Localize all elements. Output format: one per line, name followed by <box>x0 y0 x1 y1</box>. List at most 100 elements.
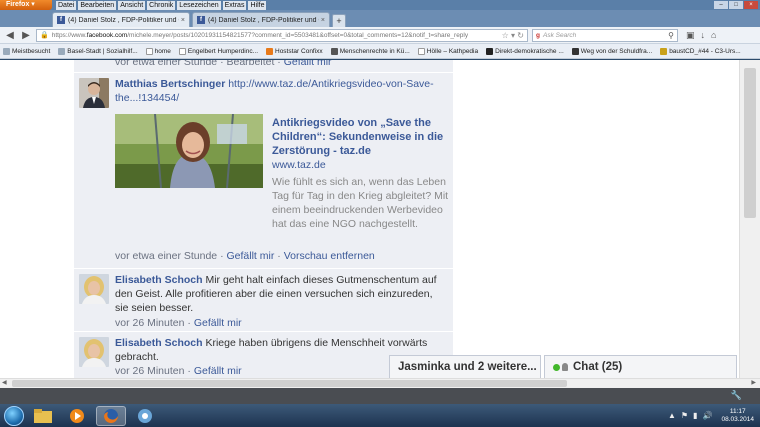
start-button-icon[interactable] <box>4 405 24 426</box>
link-preview-domain[interactable]: www.taz.de <box>272 159 326 171</box>
comment-author[interactable]: Matthias Bertschinger <box>115 78 225 90</box>
addon-icon[interactable]: ▣ <box>686 30 695 41</box>
remove-preview-link[interactable]: Vorschau entfernen <box>284 250 375 262</box>
scroll-left-icon[interactable]: ◀ <box>2 379 7 386</box>
comment-meta: vor etwa einer Stunde · Bearbeitet · Gef… <box>115 60 332 68</box>
bookmark-item[interactable]: Direkt-demokratische ... <box>486 47 564 55</box>
wrench-icon[interactable]: 🔧 <box>731 390 742 401</box>
chat-sidebar-tab[interactable]: Chat (25) <box>544 355 737 378</box>
bookmark-item[interactable]: Hölle – Kathpedia <box>417 47 478 55</box>
bookmark-item[interactable]: Hoststar Confixx <box>266 47 323 55</box>
bookmark-item[interactable]: baustCD_#44 - C3-Urs... <box>660 47 741 55</box>
menu-chronik[interactable]: Chronik <box>147 0 176 10</box>
comment-author[interactable]: Elisabeth Schoch <box>115 274 203 286</box>
menu-hilfe[interactable]: Hilfe <box>248 0 267 10</box>
close-icon[interactable]: × <box>744 1 758 9</box>
comment-body: Matthias Bertschinger http://www.taz.de/… <box>115 77 447 105</box>
tab-close-icon[interactable]: × <box>321 17 325 24</box>
vertical-scrollbar[interactable] <box>739 60 760 378</box>
comment-meta: vor 26 Minuten · Gefällt mir <box>115 317 242 329</box>
scrollbar-thumb[interactable] <box>744 68 756 218</box>
lock-icon: 🔒 <box>40 32 49 39</box>
system-tray: ▲ ⚑ ▮ 🔊 11:17 08.03.2014 <box>668 408 754 424</box>
bookmark-item[interactable]: home <box>145 47 171 55</box>
taskbar-clock[interactable]: 11:17 08.03.2014 <box>721 408 754 424</box>
clock-time: 11:17 <box>729 407 746 415</box>
bookmark-icon <box>571 47 579 55</box>
tab-bar: f (4) Daniel Stolz , FDP-Politiker und G… <box>0 10 760 27</box>
search-box[interactable]: g Ask Search ⚲ <box>532 28 678 42</box>
bookmark-item[interactable]: Meistbesucht <box>3 47 50 55</box>
like-link[interactable]: Gefällt mir <box>227 250 275 262</box>
comment-author[interactable]: Elisabeth Schoch <box>115 337 203 349</box>
maximize-icon[interactable]: □ <box>729 1 743 9</box>
like-link[interactable]: Gefällt mir <box>194 365 242 377</box>
menu-datei[interactable]: Datei <box>56 0 77 10</box>
flag-icon[interactable]: ⚑ <box>681 411 688 420</box>
firefox-menu-label: Firefox <box>6 1 30 8</box>
comment-time[interactable]: vor 26 Minuten <box>115 317 184 329</box>
forward-arrow-icon[interactable]: ▶ <box>20 30 32 41</box>
comment-meta: vor 26 Minuten · Gefällt mir <box>115 365 242 377</box>
link-preview-title[interactable]: Antikriegsvideo von „Save the Children“:… <box>272 116 450 158</box>
scroll-right-icon[interactable]: ▶ <box>751 379 756 386</box>
firefox-menu-button[interactable]: Firefox ▾ <box>0 0 52 10</box>
windows-taskbar: ▲ ⚑ ▮ 🔊 11:17 08.03.2014 <box>0 404 760 427</box>
link-preview[interactable]: Antikriegsvideo von „Save the Children“:… <box>115 114 450 242</box>
link-preview-thumbnail[interactable] <box>115 114 263 188</box>
scrollbar-thumb[interactable] <box>12 380 567 387</box>
volume-icon[interactable]: 🔊 <box>702 411 712 420</box>
tab-facebook-2[interactable]: f (4) Daniel Stolz , FDP-Politiker und G… <box>192 12 330 27</box>
media-player-taskbar-icon[interactable] <box>62 406 92 426</box>
minimize-icon[interactable]: – <box>714 1 728 9</box>
downloads-icon[interactable]: ↓ <box>701 30 706 41</box>
bookmarks-toolbar: Meistbesucht Basel-Stadt | Sozialhilf...… <box>0 44 760 59</box>
bookmark-item[interactable]: Basel-Stadt | Sozialhilf... <box>58 47 138 55</box>
menu-bar: Datei Bearbeiten Ansicht Chronik Lesezei… <box>56 0 267 10</box>
nav-right-tools: ▣ ↓ ⌂ <box>686 30 716 41</box>
edited-label: Bearbeitet <box>226 60 275 68</box>
bookmark-item[interactable]: Menschenrechte in Kü... <box>330 47 410 55</box>
comment-item: Elisabeth Schoch Mir geht halt einfach d… <box>74 268 453 334</box>
comment-time[interactable]: vor etwa einer Stunde <box>115 60 217 68</box>
bookmark-icon <box>330 47 338 55</box>
menu-lesezeichen[interactable]: Lesezeichen <box>177 0 221 10</box>
comment-feed: vor etwa einer Stunde · Bearbeitet · Gef… <box>74 60 453 378</box>
tab-label: (4) Daniel Stolz , FDP-Politiker und Ge.… <box>208 16 319 24</box>
comment-time[interactable]: vor 26 Minuten <box>115 365 184 377</box>
explorer-taskbar-icon[interactable] <box>28 406 58 426</box>
home-icon[interactable]: ⌂ <box>711 30 716 41</box>
bookmark-item[interactable]: Weg von der Schuldfra... <box>571 47 652 55</box>
page-icon <box>178 47 186 55</box>
bookmark-icon <box>58 47 66 55</box>
menu-bearbeiten[interactable]: Bearbeiten <box>78 0 117 10</box>
comment-item: Matthias Bertschinger http://www.taz.de/… <box>74 72 453 268</box>
comment-time[interactable]: vor etwa einer Stunde <box>115 250 217 262</box>
menu-ansicht[interactable]: Ansicht <box>118 0 146 10</box>
app-taskbar-icon[interactable] <box>130 406 160 426</box>
firefox-taskbar-icon[interactable] <box>96 405 126 426</box>
window-titlebar: Firefox ▾ Datei Bearbeiten Ansicht Chron… <box>0 0 760 10</box>
window-controls: – □ × <box>714 1 758 9</box>
new-tab-button[interactable]: + <box>332 14 346 27</box>
avatar[interactable] <box>79 274 109 304</box>
bookmark-star-icon[interactable]: ☆ ▾ ↻ <box>502 31 524 40</box>
search-icon[interactable]: ⚲ <box>668 31 674 40</box>
menu-extras[interactable]: Extras <box>222 0 247 10</box>
back-arrow-icon[interactable]: ◀ <box>4 30 16 41</box>
horizontal-scrollbar[interactable]: ◀ ▶ <box>0 378 760 388</box>
like-link[interactable]: Gefällt mir <box>194 317 242 329</box>
address-bar[interactable]: 🔒 https://www. facebook.com/michele.meyer… <box>36 28 528 42</box>
like-link[interactable]: Gefällt mir <box>284 60 332 68</box>
page-icon <box>417 47 425 55</box>
chat-label: Chat (25) <box>573 361 623 373</box>
chat-conversation-tab[interactable]: Jasminka und 2 weitere... <box>389 355 541 378</box>
chat-conversation-label: Jasminka und 2 weitere... <box>398 361 537 373</box>
avatar[interactable] <box>79 78 109 108</box>
tray-arrow-icon[interactable]: ▲ <box>668 411 676 420</box>
bookmark-item[interactable]: Engelbert Humperdinc... <box>178 47 258 55</box>
tab-close-icon[interactable]: × <box>181 17 185 24</box>
tab-facebook-1[interactable]: f (4) Daniel Stolz , FDP-Politiker und G… <box>52 12 190 27</box>
avatar[interactable] <box>79 337 109 367</box>
network-icon[interactable]: ▮ <box>693 411 697 420</box>
